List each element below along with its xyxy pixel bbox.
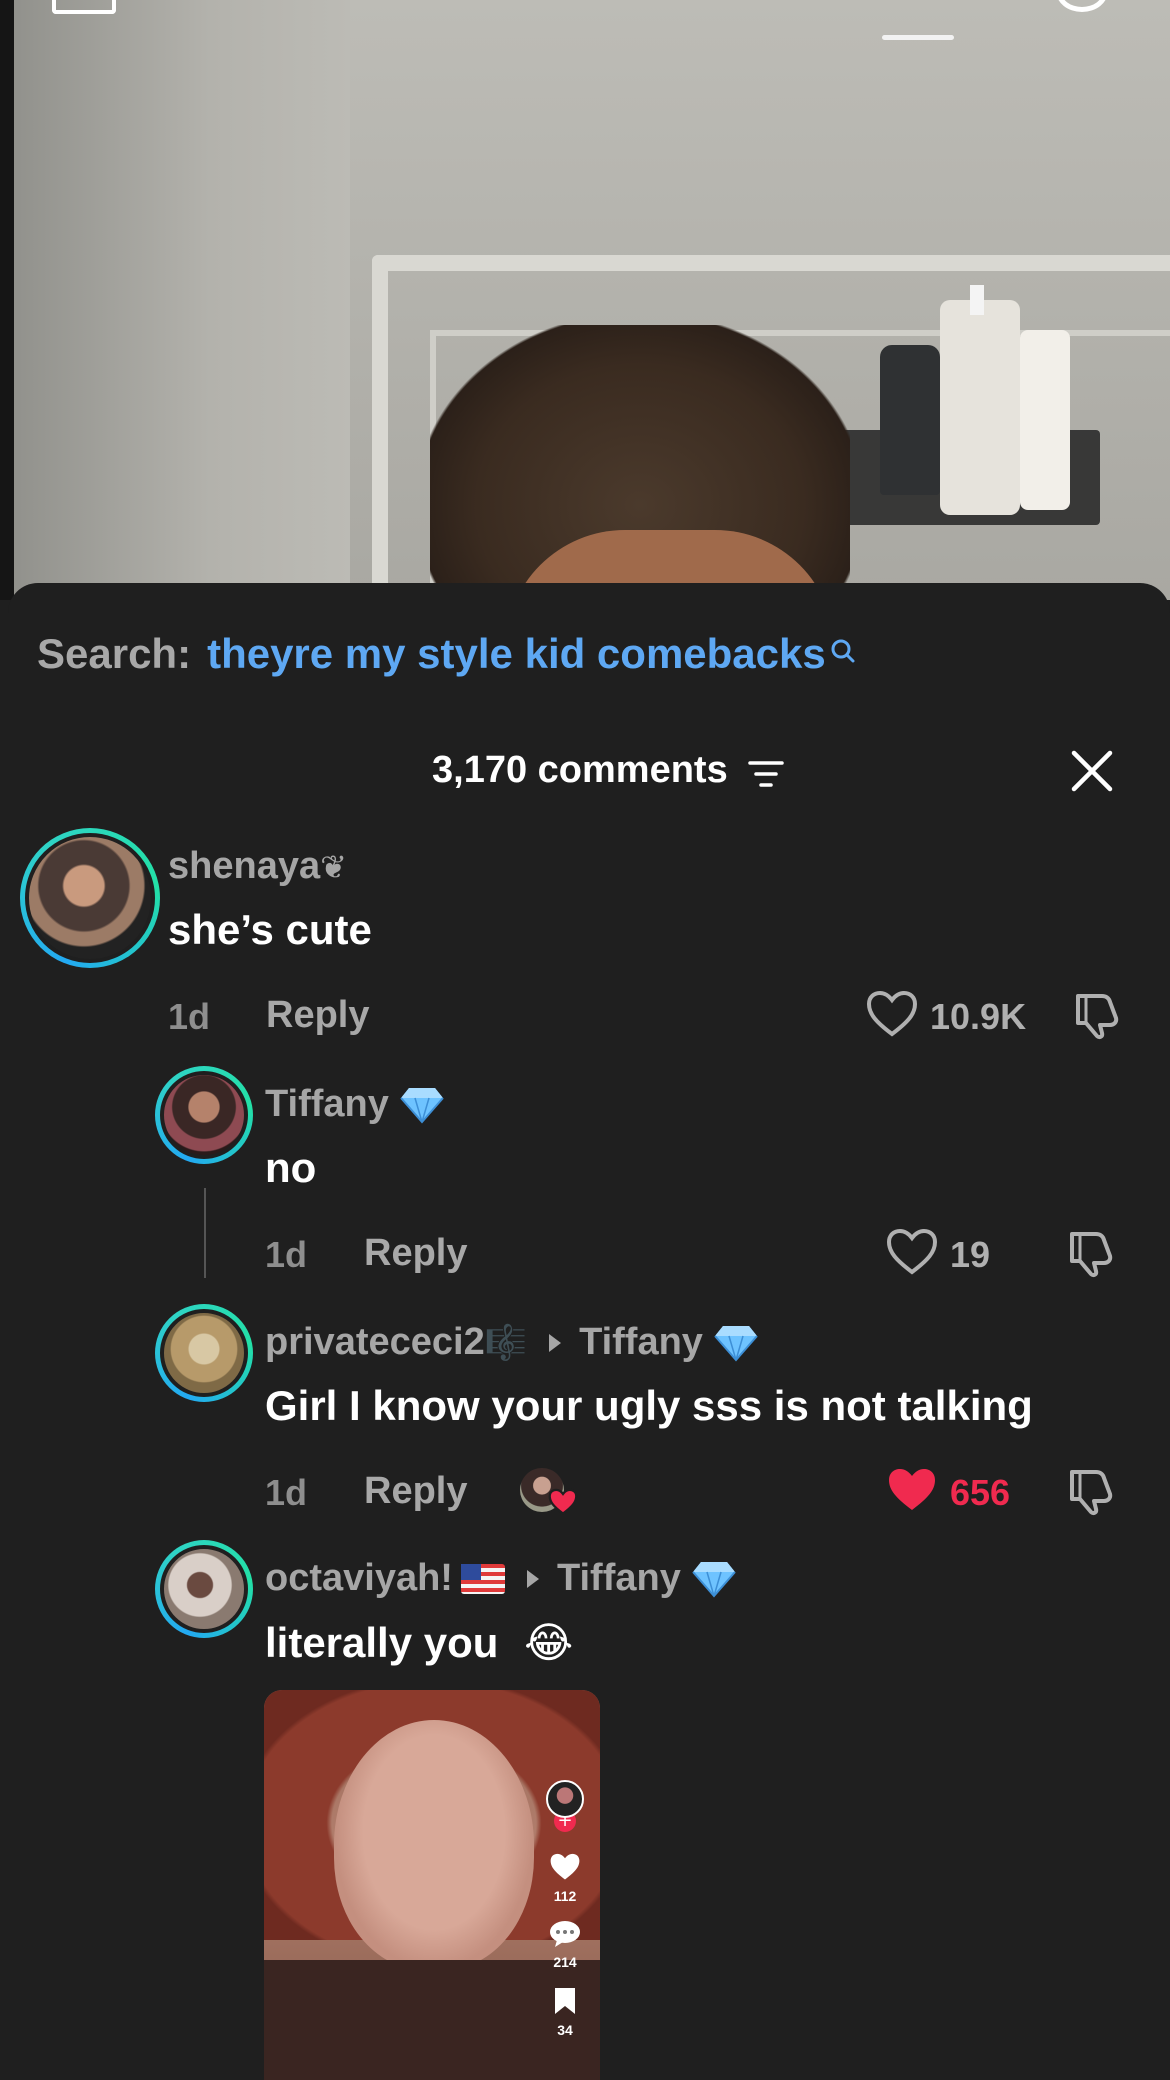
avatar[interactable] bbox=[155, 1304, 253, 1402]
avatar[interactable] bbox=[155, 1540, 253, 1638]
close-icon[interactable] bbox=[1070, 749, 1114, 793]
flag-us-icon bbox=[460, 1563, 505, 1594]
thread-line bbox=[204, 1188, 206, 1278]
dislike-icon[interactable] bbox=[1066, 1466, 1116, 1516]
search-icon bbox=[830, 630, 855, 664]
diamond-badge-icon bbox=[714, 1325, 758, 1362]
search-label: Search: bbox=[37, 630, 192, 677]
comment-time: 1d bbox=[168, 996, 211, 1037]
reply-button[interactable]: Reply bbox=[364, 1470, 467, 1513]
reply-to-username[interactable]: Tiffany bbox=[557, 1557, 681, 1600]
video-bottle bbox=[940, 300, 1020, 515]
diamond-badge-icon bbox=[400, 1087, 444, 1124]
comment-username[interactable]: privatececi2 🎼 Tiffany bbox=[265, 1321, 759, 1364]
comment-username[interactable]: shenaya ❦ bbox=[168, 845, 347, 888]
username-suffix: 🎼 bbox=[484, 1323, 528, 1362]
comment-bubble-icon bbox=[550, 1921, 580, 1947]
top-left-icon[interactable] bbox=[52, 0, 116, 14]
diamond-badge-icon bbox=[692, 1561, 736, 1598]
video-bottle-pump bbox=[970, 285, 984, 315]
comment-username[interactable]: octaviyah! Tiffany bbox=[265, 1557, 737, 1600]
heart-icon bbox=[550, 1853, 580, 1880]
like-count: 19 bbox=[950, 1234, 991, 1275]
comments-count: 3,170 comments bbox=[432, 749, 728, 791]
username-text: privatececi2 bbox=[265, 1321, 485, 1363]
reply-button[interactable]: Reply bbox=[364, 1232, 467, 1275]
reply-button[interactable]: Reply bbox=[266, 994, 369, 1037]
like-count: 10.9K bbox=[930, 996, 1027, 1037]
video-edge bbox=[0, 0, 14, 600]
search-term-link[interactable]: theyre my style kid comebacks bbox=[207, 630, 826, 678]
avatar[interactable] bbox=[155, 1066, 253, 1164]
username-text: octaviyah! bbox=[265, 1557, 453, 1599]
video-bottle bbox=[880, 345, 940, 495]
comment-time: 1d bbox=[265, 1234, 308, 1275]
reply-arrow-icon bbox=[549, 1333, 562, 1352]
comment-text: she’s cute bbox=[168, 906, 372, 953]
heart-icon[interactable] bbox=[866, 990, 918, 1038]
comment-text-body: literally you bbox=[265, 1619, 499, 1666]
creator-liked-heart-icon bbox=[548, 1488, 578, 1515]
comment-text: no bbox=[265, 1144, 317, 1191]
reply-arrow-icon bbox=[526, 1569, 539, 1588]
reply-to-username[interactable]: Tiffany bbox=[579, 1321, 703, 1364]
username-text: Tiffany bbox=[265, 1083, 389, 1125]
clip-comment-count: 214 bbox=[553, 1954, 577, 1970]
active-tab-indicator bbox=[882, 35, 954, 40]
comment-text: literally you 😂 bbox=[265, 1618, 573, 1667]
clip-like-count: 112 bbox=[553, 1888, 577, 1904]
comment-text: Girl I know your ugly sss is not talking bbox=[265, 1382, 1033, 1429]
video-reply-thumbnail[interactable]: + 112 214 34 bbox=[264, 1690, 600, 2080]
comments-header: 3,170 comments bbox=[0, 745, 1170, 801]
dislike-icon[interactable] bbox=[1072, 990, 1122, 1040]
clip-face bbox=[334, 1720, 534, 1970]
comment-time: 1d bbox=[265, 1472, 308, 1513]
clip-save-count: 34 bbox=[557, 2022, 573, 2038]
heart-icon[interactable] bbox=[886, 1228, 938, 1276]
comment-username[interactable]: Tiffany bbox=[265, 1083, 445, 1126]
search-suggestion[interactable]: Search: theyre my style kid comebacks bbox=[37, 630, 855, 686]
video-background bbox=[0, 0, 1170, 600]
filter-icon[interactable] bbox=[748, 759, 784, 789]
heart-icon[interactable] bbox=[886, 1466, 938, 1514]
top-search-icon[interactable] bbox=[1056, 0, 1108, 12]
laughing-emoji-icon: 😂 bbox=[524, 1619, 574, 1666]
avatar[interactable] bbox=[20, 828, 160, 968]
username-text: shenaya bbox=[168, 845, 321, 887]
video-wall bbox=[0, 0, 350, 600]
dislike-icon[interactable] bbox=[1066, 1228, 1116, 1278]
clip-action-rail: + 112 214 34 bbox=[542, 1780, 588, 2038]
video-bottle bbox=[1020, 330, 1070, 510]
bookmark-icon bbox=[555, 1988, 575, 2014]
username-suffix: ❦ bbox=[320, 848, 347, 885]
like-count: 656 bbox=[950, 1472, 1011, 1513]
clip-creator-avatar bbox=[546, 1780, 584, 1818]
